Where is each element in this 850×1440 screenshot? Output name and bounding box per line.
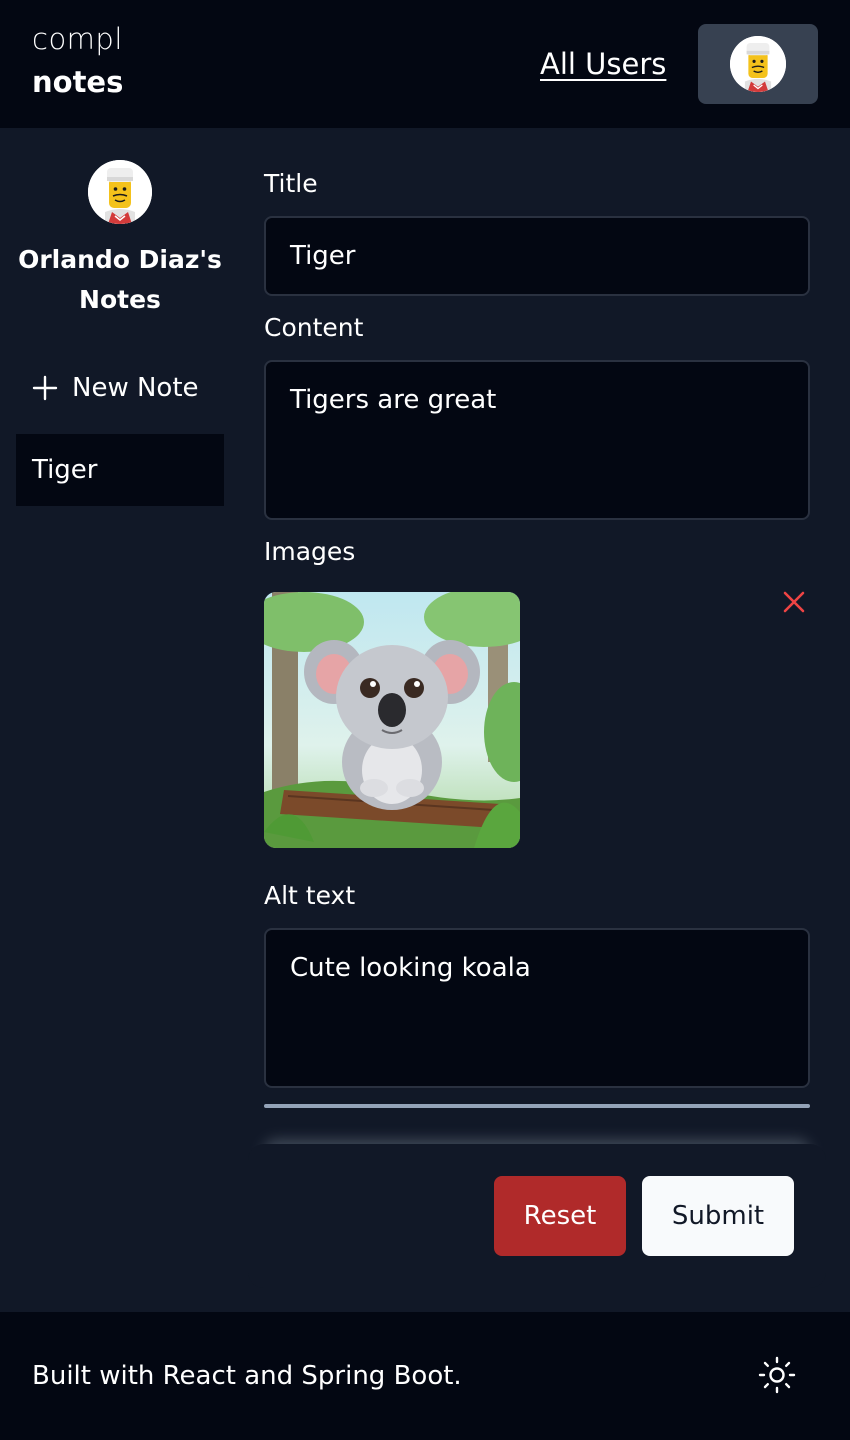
logo-bottom-text: notes [32,65,124,99]
note-image-koala[interactable] [264,592,520,848]
title-input[interactable]: Tiger [264,216,810,296]
images-label: Images [264,537,356,566]
plus-icon [32,375,58,401]
alt-text-textarea[interactable]: Cute looking koala [264,928,810,1088]
user-menu-button[interactable] [698,24,818,104]
owner-notes-heading: Orlando Diaz's Notes [18,245,222,314]
remove-image-close-icon[interactable] [780,588,808,616]
koala-image [264,592,520,848]
reset-button[interactable]: Reset [494,1176,626,1256]
all-users-link[interactable]: All Users [540,44,666,84]
sidebar-note-item[interactable]: Tiger [16,434,224,506]
form-divider [264,1104,810,1108]
footer-text: Built with React and Spring Boot. [32,1361,462,1391]
app-logo[interactable]: compl notes [32,20,123,106]
new-note-label: New Note [72,373,199,403]
theme-toggle-sun-icon[interactable] [758,1356,796,1394]
new-note-button[interactable]: New Note [32,368,199,408]
logo-top-text: compl [32,22,123,56]
notes-sidebar: Orlando Diaz's Notes New Note Tiger [0,128,240,1312]
content-textarea[interactable]: Tigers are great [264,360,810,520]
user-avatar [730,36,786,92]
content-label: Content [264,313,364,342]
title-label: Title [264,169,318,198]
owner-avatar [88,160,152,224]
app-footer: Built with React and Spring Boot. [0,1312,850,1440]
app-header: compl notes All Users [0,0,850,128]
alt-text-label: Alt text [264,881,356,910]
submit-button[interactable]: Submit [642,1176,794,1256]
